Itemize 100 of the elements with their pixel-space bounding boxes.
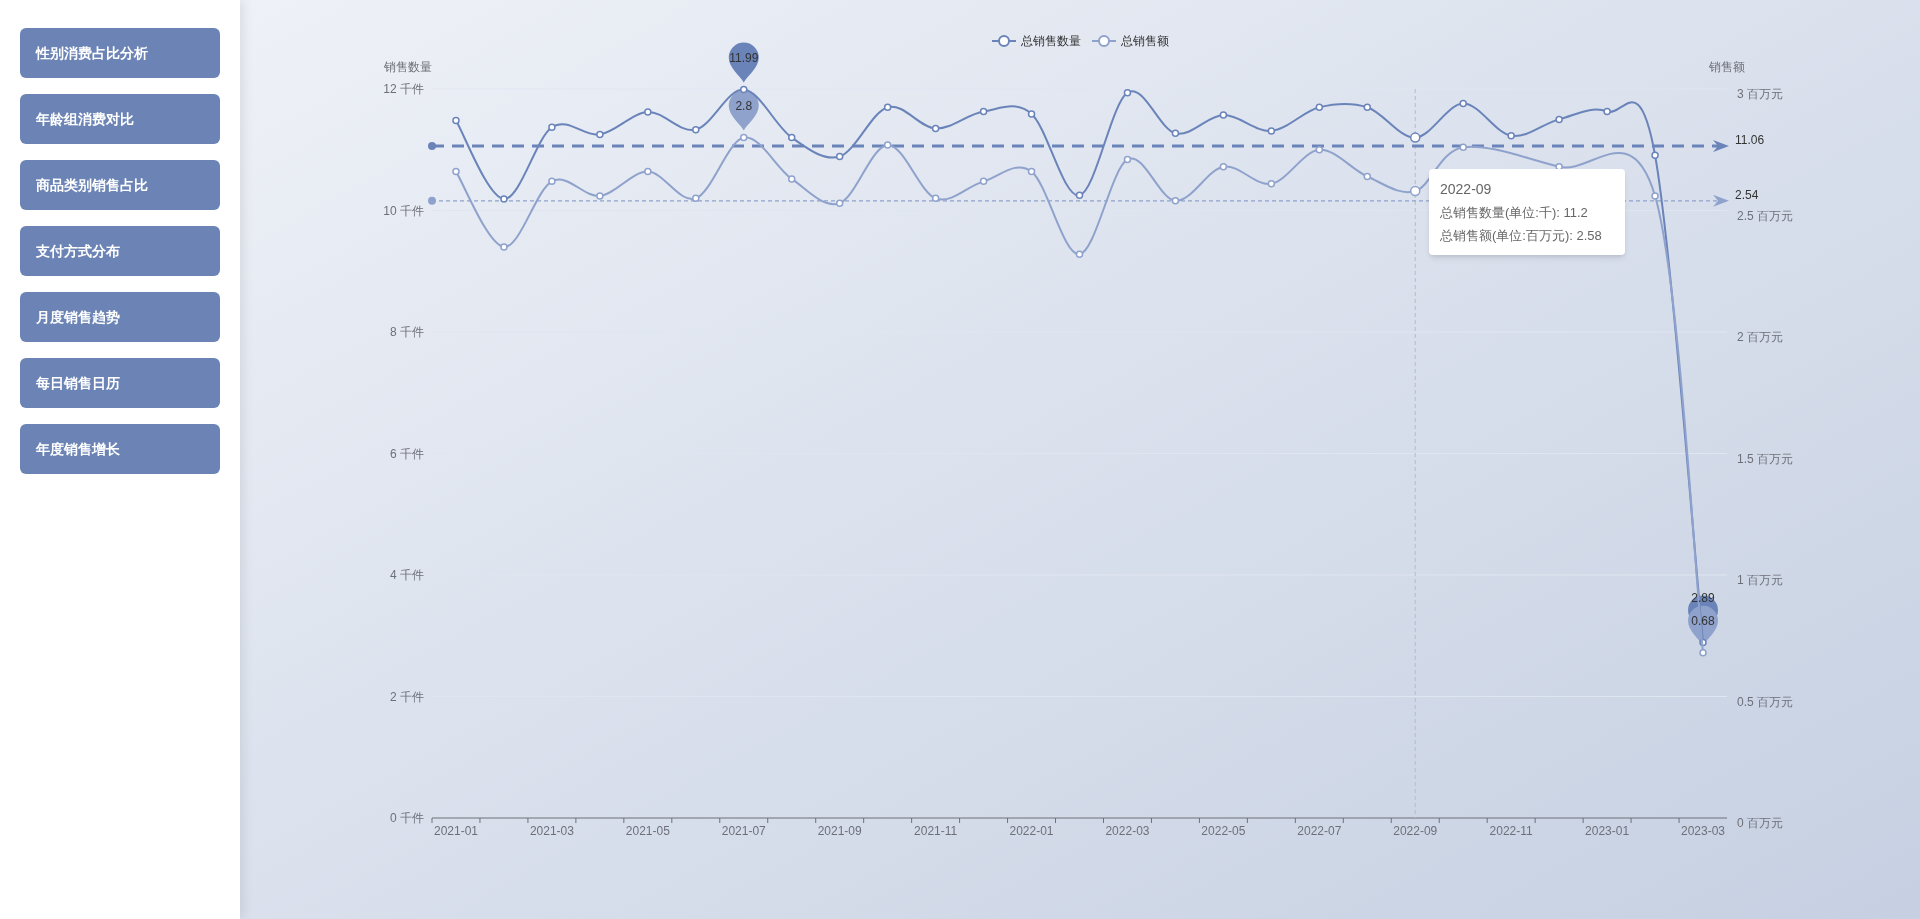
pin-marker	[728, 90, 759, 131]
axis-tick-label: 0 百万元	[1737, 816, 1783, 830]
axis-tick-label: 4 千件	[390, 568, 424, 582]
data-point[interactable]	[740, 85, 748, 94]
axis-tick-label: 2021-11	[914, 824, 958, 838]
data-point[interactable]	[979, 107, 988, 116]
average-label: 2.54	[1735, 187, 1759, 202]
data-point[interactable]	[1459, 99, 1467, 108]
data-point[interactable]	[1075, 250, 1084, 258]
sidebar-button[interactable]: 年龄组消费对比	[20, 94, 220, 144]
data-point[interactable]	[1267, 127, 1276, 135]
average-label: 11.06	[1735, 133, 1765, 148]
data-point[interactable]	[835, 152, 844, 161]
data-point[interactable]	[1027, 110, 1036, 118]
data-point[interactable]	[883, 103, 892, 111]
axis-tick-label: 6 千件	[390, 446, 424, 461]
axis-tick-label: 2021-01	[433, 824, 478, 838]
data-point[interactable]	[1267, 180, 1276, 188]
pin-marker	[728, 42, 759, 83]
data-point[interactable]	[979, 177, 988, 186]
data-point[interactable]	[1651, 192, 1659, 200]
axis-tick-label: 2022-09	[1393, 824, 1438, 838]
data-point[interactable]	[1363, 172, 1372, 181]
data-point[interactable]	[452, 116, 460, 125]
tooltip-title: 2022-09	[1440, 180, 1493, 199]
data-point[interactable]	[596, 130, 604, 139]
legend-icon[interactable]	[1091, 35, 1117, 47]
sidebar-button[interactable]: 商品类别销售占比	[20, 160, 220, 210]
data-point[interactable]	[1651, 151, 1659, 159]
data-point[interactable]	[1075, 191, 1084, 200]
data-point[interactable]	[596, 192, 604, 200]
axis-tick-label: 10 千件	[383, 203, 424, 218]
axis-tick-label: 2022-05	[1201, 824, 1246, 838]
pin-label: 0.68	[1691, 613, 1715, 628]
data-point[interactable]	[1459, 143, 1467, 152]
data-point[interactable]	[1699, 649, 1707, 657]
data-point[interactable]	[1410, 185, 1421, 197]
data-point[interactable]	[1315, 146, 1324, 154]
legend-label[interactable]: 总销售额	[1121, 34, 1169, 48]
data-point[interactable]	[1410, 132, 1421, 143]
data-point[interactable]	[692, 125, 700, 134]
data-point[interactable]	[692, 194, 700, 203]
data-point[interactable]	[1219, 163, 1228, 171]
data-point[interactable]	[931, 194, 940, 203]
axis-tick-label: 8 千件	[390, 325, 424, 339]
data-point[interactable]	[452, 167, 460, 176]
data-point[interactable]	[644, 167, 652, 176]
pin-label: 2.8	[735, 98, 753, 113]
axis-tick-label: 2022-01	[1009, 824, 1054, 838]
sidebar-button[interactable]: 每日销售日历	[20, 358, 220, 408]
data-point[interactable]	[1507, 132, 1515, 140]
axis-tick-label: 3 百万元	[1737, 87, 1783, 101]
data-point[interactable]	[883, 141, 892, 149]
axis-tick-label: 2021-03	[529, 824, 574, 838]
axis-tick-label: 12 千件	[383, 82, 424, 96]
data-point[interactable]	[548, 123, 556, 131]
data-point[interactable]	[1555, 163, 1563, 171]
data-point[interactable]	[1555, 115, 1563, 124]
data-point[interactable]	[1027, 167, 1036, 176]
axis-tick-label: 2023-01	[1585, 824, 1630, 838]
data-point[interactable]	[787, 175, 796, 183]
data-point[interactable]	[1171, 129, 1180, 138]
data-point[interactable]	[500, 195, 508, 203]
axis-tick-label: 2023-03	[1681, 824, 1726, 838]
legend-icon[interactable]	[991, 35, 1017, 47]
line-start-marker	[428, 142, 436, 151]
legend-label[interactable]: 总销售数量	[1021, 34, 1081, 48]
axis-tick-label: 2 千件	[390, 689, 424, 704]
sidebar-button[interactable]: 月度销售趋势	[20, 292, 220, 342]
pin-label: 2.89	[1691, 591, 1715, 606]
data-point[interactable]	[740, 133, 748, 142]
sidebar-button[interactable]: 性别消费占比分析	[20, 28, 220, 78]
sidebar-button[interactable]: 支付方式分布	[20, 226, 220, 276]
data-point[interactable]	[1315, 103, 1324, 111]
axis-tick-label: 2021-07	[721, 824, 766, 838]
data-point[interactable]	[931, 124, 940, 133]
axis-tick-label: 2022-07	[1297, 824, 1342, 838]
axis-tick-label: 2021-09	[817, 824, 862, 838]
data-point[interactable]	[1699, 638, 1707, 647]
data-point[interactable]	[787, 133, 796, 142]
data-point[interactable]	[1171, 197, 1180, 205]
data-point[interactable]	[1123, 88, 1132, 97]
line-start-marker	[428, 196, 436, 205]
axis-title: 销售额	[1709, 60, 1745, 74]
data-point[interactable]	[1363, 103, 1372, 111]
axis-tick-label: 0.5 百万元	[1737, 694, 1793, 709]
data-point[interactable]	[1603, 107, 1611, 116]
data-point[interactable]	[1123, 155, 1132, 164]
axis-tick-label: 0 千件	[390, 811, 424, 825]
sidebar-button[interactable]: 年度销售增长	[20, 424, 220, 474]
axis-tick-label: 2.5 百万元	[1737, 208, 1793, 223]
data-point[interactable]	[500, 243, 508, 251]
tooltip-line: 总销售额(单位:百万元): 2.58	[1440, 226, 1603, 245]
axis-tick-label: 1 百万元	[1737, 573, 1783, 587]
data-point[interactable]	[1219, 111, 1228, 119]
data-point[interactable]	[835, 199, 844, 207]
axis-title: 销售数量	[384, 60, 432, 74]
data-point[interactable]	[644, 108, 652, 116]
axis-tick-label: 2022-11	[1489, 824, 1533, 838]
data-point[interactable]	[548, 177, 556, 186]
